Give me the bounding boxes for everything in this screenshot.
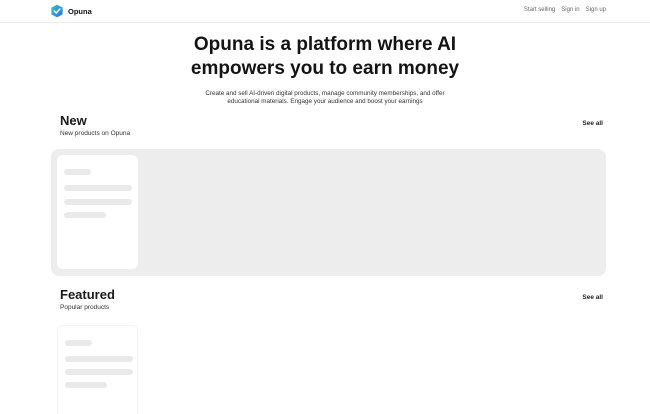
skeleton-line xyxy=(64,212,106,218)
skeleton-line xyxy=(64,199,132,205)
sign-up-link[interactable]: Sign up xyxy=(586,7,606,13)
new-see-all-link[interactable]: See all xyxy=(582,120,603,127)
new-section-header: New New products on Opuna See all xyxy=(60,113,605,137)
featured-section-title: Featured xyxy=(60,287,115,302)
hero-title-line-1: Opuna is a platform where AI xyxy=(193,34,457,55)
hero: Opuna is a platform where AI empowers yo… xyxy=(0,33,650,106)
skeleton-line xyxy=(65,369,133,375)
hero-subtitle: Create and sell AI-driven digital produc… xyxy=(205,90,445,105)
product-card-skeleton[interactable] xyxy=(57,325,138,414)
sign-in-link[interactable]: Sign in xyxy=(561,7,579,13)
skeleton-line xyxy=(65,356,133,362)
featured-section-subtitle: Popular products xyxy=(60,304,110,311)
top-nav: Start selling Sign in Sign up xyxy=(524,7,606,13)
skeleton-line xyxy=(64,169,91,175)
hero-title-line-2: empowers you to earn money xyxy=(190,58,460,79)
product-card-skeleton[interactable] xyxy=(57,155,138,269)
new-section-subtitle: New products on Opuna xyxy=(60,130,131,137)
hero-title: Opuna is a platform where AI empowers yo… xyxy=(0,33,650,81)
skeleton-line xyxy=(65,340,92,346)
opuna-logo-icon xyxy=(51,4,63,18)
skeleton-line xyxy=(65,382,107,388)
new-products-carousel xyxy=(51,149,606,276)
brand[interactable]: Opuna xyxy=(50,4,92,18)
new-section-title: New xyxy=(60,113,87,128)
skeleton-line xyxy=(64,185,132,191)
top-header: Opuna Start selling Sign in Sign up xyxy=(0,0,650,23)
featured-see-all-link[interactable]: See all xyxy=(582,294,603,301)
brand-name: Opuna xyxy=(68,6,92,16)
featured-section-header: Featured Popular products See all xyxy=(60,287,605,311)
start-selling-link[interactable]: Start selling xyxy=(524,7,555,13)
